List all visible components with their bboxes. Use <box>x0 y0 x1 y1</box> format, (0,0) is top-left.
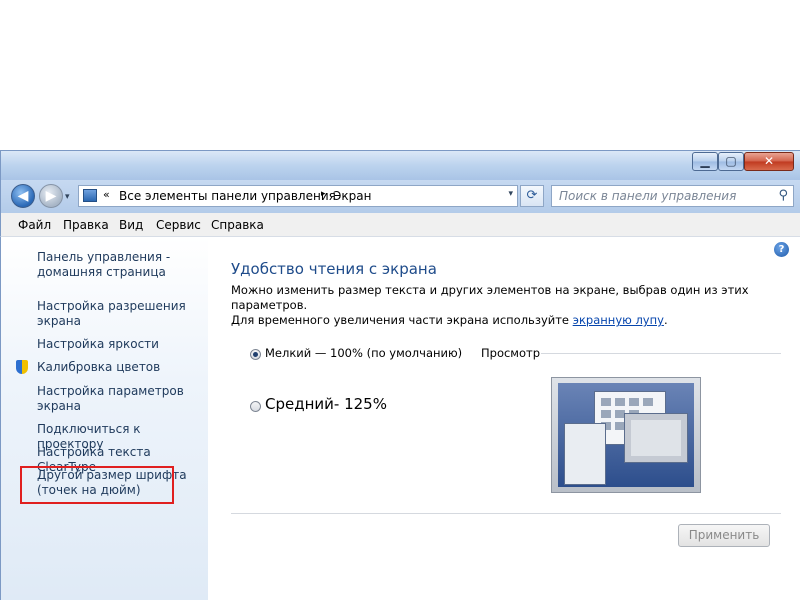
uac-shield-icon <box>16 360 28 374</box>
search-box[interactable]: Поиск в панели управления ⚲ <box>551 185 794 207</box>
control-panel-icon <box>83 189 97 202</box>
preview-label: Просмотр <box>481 346 541 360</box>
description-line-2: Для временного увеличения части экрана и… <box>231 313 668 327</box>
task-pane: Панель управления - домашняя страница На… <box>0 237 208 600</box>
close-button[interactable]: ✕ <box>744 152 794 171</box>
menu-tools[interactable]: Сервис <box>156 218 201 232</box>
main-content: ? Удобство чтения с экрана Можно изменит… <box>208 237 800 600</box>
search-icon[interactable]: ⚲ <box>778 188 788 203</box>
radio-small[interactable] <box>250 349 261 360</box>
sidebar-link-resolution[interactable]: Настройка разрешения экрана <box>37 299 205 329</box>
radio-medium-label[interactable]: Средний- 125% <box>265 395 387 413</box>
address-bar[interactable]: « Все элементы панели управления ▸ Экран… <box>78 185 518 207</box>
minimize-button[interactable]: ▁ <box>692 152 718 171</box>
radio-medium[interactable] <box>250 401 261 412</box>
menu-edit[interactable]: Правка <box>63 218 109 232</box>
description-line-1: Можно изменить размер текста и других эл… <box>231 283 749 312</box>
sidebar-link-display-settings[interactable]: Настройка параметров экрана <box>37 384 205 414</box>
address-dropdown-icon[interactable]: ▾ <box>508 189 513 199</box>
breadcrumb-display[interactable]: Экран <box>333 189 371 203</box>
menu-help[interactable]: Справка <box>211 218 264 232</box>
preview-screen <box>558 383 694 487</box>
magnifier-link[interactable]: экранную лупу <box>573 313 664 327</box>
refresh-button[interactable]: ⟳ <box>520 185 544 207</box>
sidebar-link-control-panel-home[interactable]: Панель управления - домашняя страница <box>37 250 205 280</box>
sidebar-link-color-calibration[interactable]: Калибровка цветов <box>37 360 205 375</box>
hidden-crumbs-chevron-icon[interactable]: « <box>103 188 110 201</box>
preview-monitor-image <box>551 377 701 493</box>
maximize-button[interactable]: ▢ <box>718 152 744 171</box>
preview-window-list <box>564 423 606 485</box>
menu-file[interactable]: Файл <box>18 218 51 232</box>
apply-button[interactable]: Применить <box>678 524 770 547</box>
sidebar-link-brightness[interactable]: Настройка яркости <box>37 337 205 352</box>
preview-window-gray <box>624 413 688 463</box>
forward-button[interactable]: ▶ <box>39 184 63 208</box>
menu-view[interactable]: Вид <box>119 218 143 232</box>
back-button[interactable]: ◀ <box>11 184 35 208</box>
radio-small-label[interactable]: Мелкий — 100% (по умолчанию) <box>265 346 462 360</box>
navigation-bar: ◀ ▶ ▾ « Все элементы панели управления ▸… <box>0 180 800 213</box>
description: Можно изменить размер текста и других эл… <box>231 283 791 328</box>
title-bar: ▁ ▢ ✕ <box>0 150 800 180</box>
bottom-divider <box>231 513 781 514</box>
preview-divider <box>541 353 781 354</box>
search-input[interactable]: Поиск в панели управления <box>559 189 736 203</box>
menu-bar: Файл Правка Вид Сервис Справка <box>0 213 800 237</box>
page-title: Удобство чтения с экрана <box>231 260 437 278</box>
help-icon[interactable]: ? <box>774 242 789 257</box>
breadcrumb-all-items[interactable]: Все элементы панели управления <box>119 189 336 203</box>
control-panel-window: ▁ ▢ ✕ ◀ ▶ ▾ « Все элементы панели управл… <box>0 150 800 600</box>
recent-pages-dropdown-icon[interactable]: ▾ <box>65 192 70 202</box>
breadcrumb-separator-icon[interactable]: ▸ <box>321 189 326 199</box>
highlight-box <box>20 466 174 504</box>
